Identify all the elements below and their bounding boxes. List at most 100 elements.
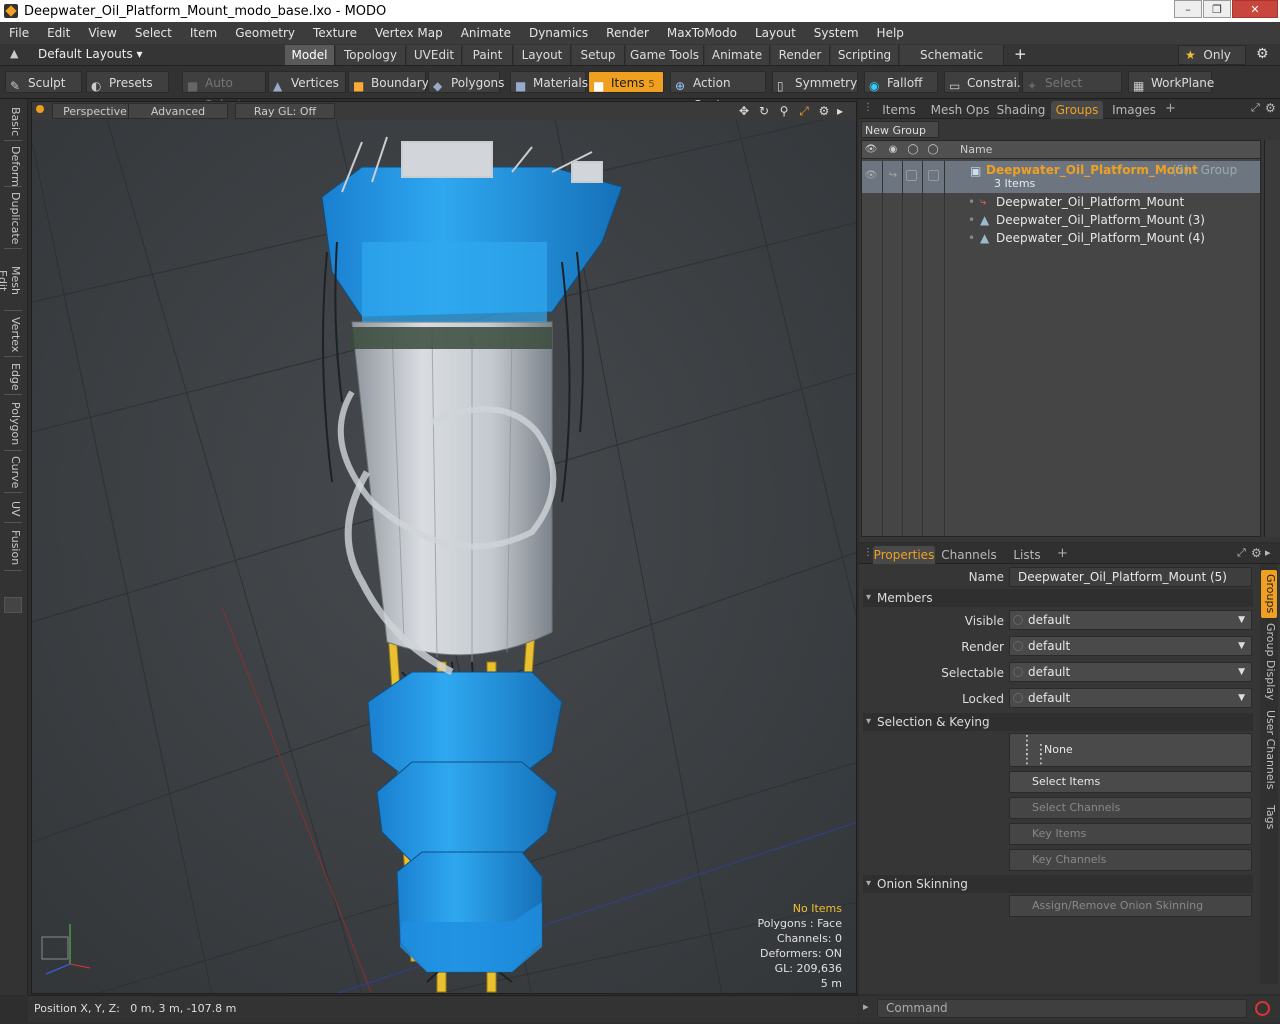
- menu-layout[interactable]: Layout: [746, 22, 805, 44]
- select-through-button[interactable]: ✦Select Through: [1022, 71, 1122, 112]
- menu-view[interactable]: View: [79, 22, 125, 44]
- symmetry-button[interactable]: ▯ Symmetry: [772, 71, 858, 93]
- menu-maxtomodo[interactable]: MaxToModo: [658, 22, 746, 44]
- polygons-button[interactable]: ◆ Polygons: [428, 71, 504, 93]
- menu-animate[interactable]: Animate: [452, 22, 520, 44]
- tab-schematic-fusion[interactable]: Schematic Fusion: [900, 45, 1004, 82]
- select-channels-button[interactable]: Select Channels: [1009, 797, 1252, 819]
- only-toggle[interactable]: ★ Only: [1178, 45, 1246, 65]
- side-tab-tags[interactable]: Tags: [1261, 800, 1277, 834]
- move-view-icon[interactable]: ✥: [736, 104, 752, 118]
- assign-onion-button[interactable]: Assign/Remove Onion Skinning: [1009, 895, 1252, 917]
- menu-render[interactable]: Render: [597, 22, 658, 44]
- viewport-options-dot-icon[interactable]: [36, 105, 44, 113]
- side-tab-group-display[interactable]: Group Display: [1261, 622, 1277, 702]
- tab-paint[interactable]: Paint: [463, 45, 513, 65]
- menu-select[interactable]: Select: [126, 22, 181, 44]
- 3d-viewport[interactable]: Perspective Advanced Ray GL: Off ✥ ↻ ⚲ ⤢…: [31, 101, 857, 994]
- tab-collapse-button[interactable]: [4, 597, 22, 613]
- tab-topology[interactable]: Topology: [336, 45, 406, 65]
- select-items-button[interactable]: Select Items: [1009, 771, 1252, 793]
- name-column-header[interactable]: Name: [960, 143, 992, 156]
- key-items-button[interactable]: Key Items: [1009, 823, 1252, 845]
- zoom-view-icon[interactable]: ⚲: [776, 104, 792, 118]
- close-button[interactable]: ✕: [1232, 0, 1278, 18]
- falloff-button[interactable]: ◉ Falloff: [864, 71, 938, 93]
- onion-skinning-section[interactable]: Onion Skinning: [863, 875, 1253, 893]
- raygl-button[interactable]: Ray GL: Off: [235, 103, 335, 119]
- panel-gear-icon[interactable]: ⚙: [1265, 101, 1276, 115]
- tab-game-tools[interactable]: Game Tools: [626, 45, 704, 65]
- add-tab-icon[interactable]: +: [1165, 101, 1176, 116]
- visible-dropdown[interactable]: default ▼: [1009, 610, 1252, 630]
- tab-items[interactable]: Items: [873, 101, 925, 119]
- tab-basic[interactable]: Basic: [4, 103, 22, 141]
- group-render-icon[interactable]: ↪: [886, 169, 900, 183]
- tab-duplicate[interactable]: Duplicate: [4, 189, 22, 249]
- lock-col-icon[interactable]: ◯: [926, 143, 940, 157]
- materials-button[interactable]: ■ Materials: [510, 71, 588, 93]
- render-col-icon[interactable]: ◉: [886, 143, 900, 157]
- tab-setup[interactable]: Setup: [572, 45, 625, 65]
- tab-model[interactable]: Model: [285, 45, 335, 65]
- record-icon[interactable]: [1255, 1001, 1270, 1016]
- perspective-button[interactable]: Perspective: [52, 103, 138, 119]
- tab-uv[interactable]: UV: [4, 495, 22, 523]
- tab-mesh-ops[interactable]: Mesh Ops: [929, 101, 991, 119]
- menu-dynamics[interactable]: Dynamics: [520, 22, 597, 44]
- tab-vertex[interactable]: Vertex: [4, 313, 22, 357]
- tab-deform[interactable]: Deform: [4, 143, 22, 187]
- visibility-col-eye-icon[interactable]: 👁: [864, 143, 878, 157]
- add-layout-icon[interactable]: +: [1014, 45, 1027, 63]
- expand-panel-icon[interactable]: ⤢: [1251, 101, 1260, 115]
- tab-groups[interactable]: Groups: [1051, 101, 1103, 119]
- tab-polygon[interactable]: Polygon: [4, 397, 22, 451]
- tab-properties[interactable]: Properties: [873, 546, 935, 564]
- tab-animate[interactable]: Animate: [705, 45, 770, 65]
- grip-icon[interactable]: ⋮: [863, 547, 873, 558]
- gear-icon[interactable]: ⚙: [1256, 46, 1269, 62]
- tab-scripting[interactable]: Scripting: [831, 45, 899, 65]
- auto-select-button[interactable]: ■Auto Select: [182, 71, 266, 112]
- boundary-button[interactable]: ■ Boundary: [348, 71, 429, 93]
- tree-scrollbar[interactable]: [1264, 140, 1280, 537]
- tab-render[interactable]: Render: [771, 45, 830, 65]
- members-section[interactable]: Members: [863, 589, 1253, 607]
- new-group-button[interactable]: New Group: [861, 121, 939, 138]
- vertices-button[interactable]: ▲Vertices 1: [268, 71, 346, 112]
- viewport-gear-icon[interactable]: ⚙: [816, 104, 832, 118]
- presets-button[interactable]: ◐ Presets: [86, 71, 169, 93]
- menu-help[interactable]: Help: [868, 22, 913, 44]
- expand-panel-icon[interactable]: ⤢: [1237, 546, 1246, 560]
- group-lock-checkbox[interactable]: [928, 170, 939, 181]
- menu-item[interactable]: Item: [181, 22, 226, 44]
- panel-gear-icon[interactable]: ⚙: [1251, 546, 1262, 560]
- tab-mesh-edit[interactable]: Mesh Edit: [0, 251, 22, 311]
- menu-vertex-map[interactable]: Vertex Map: [366, 22, 452, 44]
- locked-dropdown[interactable]: default ▼: [1009, 688, 1252, 708]
- tab-uvedit[interactable]: UVEdit: [407, 45, 462, 65]
- advanced-button[interactable]: Advanced: [128, 103, 228, 119]
- menu-file[interactable]: File: [0, 22, 38, 44]
- grip-icon[interactable]: ⋮: [863, 102, 873, 113]
- tab-fusion[interactable]: Fusion: [4, 525, 22, 571]
- add-tab-icon[interactable]: +: [1057, 546, 1068, 561]
- menu-geometry[interactable]: Geometry: [226, 22, 304, 44]
- tab-images[interactable]: Images: [1107, 101, 1161, 119]
- tab-layout[interactable]: Layout: [514, 45, 571, 65]
- constraints-button[interactable]: ▭ Constrai...: [944, 71, 1028, 93]
- rotate-view-icon[interactable]: ↻: [756, 104, 772, 118]
- side-tab-groups[interactable]: Groups: [1261, 570, 1277, 618]
- command-expand-icon[interactable]: ▸: [863, 1000, 869, 1013]
- menu-system[interactable]: System: [805, 22, 868, 44]
- minimize-button[interactable]: –: [1174, 0, 1202, 18]
- tab-shading[interactable]: Shading: [995, 101, 1047, 119]
- selectable-dropdown[interactable]: default ▼: [1009, 662, 1252, 682]
- command-input[interactable]: Command: [877, 999, 1247, 1018]
- render-dropdown[interactable]: default ▼: [1009, 636, 1252, 656]
- group-visible-eye-icon[interactable]: 👁: [864, 169, 878, 183]
- maximize-button[interactable]: ❐: [1203, 0, 1231, 18]
- layout-toggle-icon[interactable]: ▲: [10, 47, 18, 60]
- sculpt-button[interactable]: ✎ Sculpt: [5, 71, 82, 93]
- select-col-icon[interactable]: ◯: [906, 143, 920, 157]
